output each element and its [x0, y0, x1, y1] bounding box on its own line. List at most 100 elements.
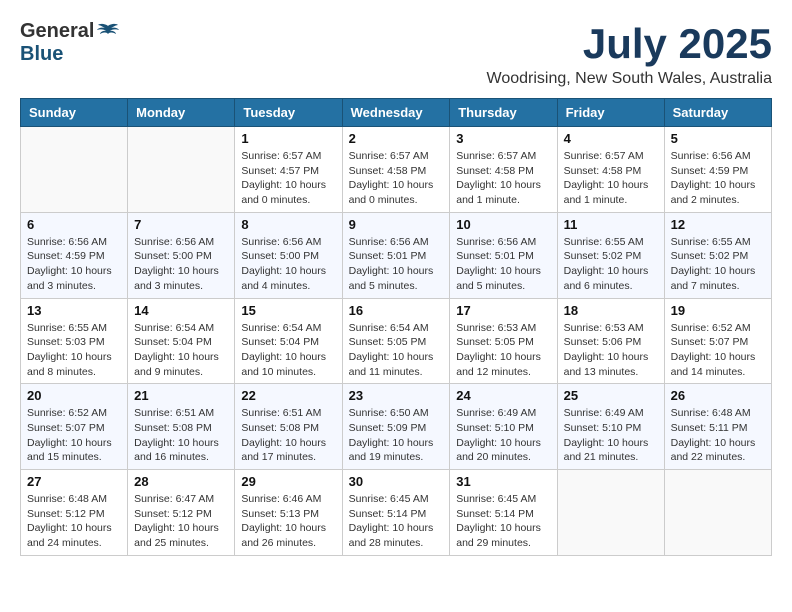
- calendar-week-5: 27 Sunrise: 6:48 AM Sunset: 5:12 PM Dayli…: [21, 470, 772, 556]
- day-number: 12: [671, 217, 765, 232]
- day-info: Sunrise: 6:53 AM Sunset: 5:05 PM Dayligh…: [456, 321, 550, 380]
- day-info: Sunrise: 6:49 AM Sunset: 5:10 PM Dayligh…: [456, 406, 550, 465]
- day-number: 1: [241, 131, 335, 146]
- day-number: 2: [349, 131, 444, 146]
- calendar-header-row: Sunday Monday Tuesday Wednesday Thursday…: [21, 99, 772, 127]
- table-row: 6Sunrise: 6:56 AM Sunset: 4:59 PM Daylig…: [21, 212, 128, 298]
- day-number: 13: [27, 303, 121, 318]
- table-row: 20 Sunrise: 6:52 AM Sunset: 5:07 PM Dayli…: [21, 384, 128, 470]
- day-info: Sunrise: 6:46 AM Sunset: 5:13 PM Dayligh…: [241, 492, 335, 551]
- table-row: 13 Sunrise: 6:55 AM Sunset: 5:03 PM Dayli…: [21, 298, 128, 384]
- day-info: Sunrise: 6:45 AM Sunset: 5:14 PM Dayligh…: [349, 492, 444, 551]
- day-number: 22: [241, 388, 335, 403]
- day-info: Sunrise: 6:54 AM Sunset: 5:04 PM Dayligh…: [241, 321, 335, 380]
- table-row: 29 Sunrise: 6:46 AM Sunset: 5:13 PM Dayli…: [235, 470, 342, 556]
- header-sunday: Sunday: [21, 99, 128, 127]
- day-info: Sunrise: 6:57 AM Sunset: 4:58 PM Dayligh…: [564, 149, 658, 208]
- day-info: Sunrise: 6:52 AM Sunset: 5:07 PM Dayligh…: [671, 321, 765, 380]
- table-row: 15 Sunrise: 6:54 AM Sunset: 5:04 PM Dayli…: [235, 298, 342, 384]
- day-number: 16: [349, 303, 444, 318]
- day-info: Sunrise: 6:45 AM Sunset: 5:14 PM Dayligh…: [456, 492, 550, 551]
- table-row: 2 Sunrise: 6:57 AM Sunset: 4:58 PM Daylig…: [342, 127, 450, 213]
- day-number: 4: [564, 131, 658, 146]
- header-friday: Friday: [557, 99, 664, 127]
- table-row: 11 Sunrise: 6:55 AM Sunset: 5:02 PM Dayli…: [557, 212, 664, 298]
- table-row: 16 Sunrise: 6:54 AM Sunset: 5:05 PM Dayli…: [342, 298, 450, 384]
- table-row: 21 Sunrise: 6:51 AM Sunset: 5:08 PM Dayli…: [128, 384, 235, 470]
- day-number: 10: [456, 217, 550, 232]
- day-number: 3: [456, 131, 550, 146]
- day-info: Sunrise: 6:51 AM Sunset: 5:08 PM Dayligh…: [241, 406, 335, 465]
- logo-blue-text: Blue: [20, 43, 63, 65]
- day-info: Sunrise: 6:57 AM Sunset: 4:58 PM Dayligh…: [349, 149, 444, 208]
- day-info: Sunrise: 6:47 AM Sunset: 5:12 PM Dayligh…: [134, 492, 228, 551]
- page-header: General Blue July 2025 Woodrising, New S…: [20, 20, 772, 88]
- table-row: 12 Sunrise: 6:55 AM Sunset: 5:02 PM Dayli…: [664, 212, 771, 298]
- day-number: 28: [134, 474, 228, 489]
- table-row: 22 Sunrise: 6:51 AM Sunset: 5:08 PM Dayli…: [235, 384, 342, 470]
- table-row: 30 Sunrise: 6:45 AM Sunset: 5:14 PM Dayli…: [342, 470, 450, 556]
- day-number: 30: [349, 474, 444, 489]
- logo-bird-icon: [96, 22, 120, 42]
- day-info: Sunrise: 6:56 AM Sunset: 5:00 PM Dayligh…: [241, 235, 335, 294]
- logo-general-text: General: [20, 20, 94, 43]
- table-row: 18Sunrise: 6:53 AM Sunset: 5:06 PM Dayli…: [557, 298, 664, 384]
- day-info: Sunrise: 6:48 AM Sunset: 5:12 PM Dayligh…: [27, 492, 121, 551]
- day-info: Sunrise: 6:56 AM Sunset: 4:59 PM Dayligh…: [27, 235, 121, 294]
- table-row: 3 Sunrise: 6:57 AM Sunset: 4:58 PM Daylig…: [450, 127, 557, 213]
- day-number: 14: [134, 303, 228, 318]
- day-number: 23: [349, 388, 444, 403]
- title-block: July 2025 Woodrising, New South Wales, A…: [487, 20, 772, 88]
- calendar-week-4: 20 Sunrise: 6:52 AM Sunset: 5:07 PM Dayli…: [21, 384, 772, 470]
- header-thursday: Thursday: [450, 99, 557, 127]
- header-tuesday: Tuesday: [235, 99, 342, 127]
- day-number: 9: [349, 217, 444, 232]
- day-number: 24: [456, 388, 550, 403]
- day-number: 21: [134, 388, 228, 403]
- day-number: 11: [564, 217, 658, 232]
- day-info: Sunrise: 6:51 AM Sunset: 5:08 PM Dayligh…: [134, 406, 228, 465]
- table-row: 26 Sunrise: 6:48 AM Sunset: 5:11 PM Dayli…: [664, 384, 771, 470]
- header-saturday: Saturday: [664, 99, 771, 127]
- logo: General Blue: [20, 20, 120, 66]
- day-info: Sunrise: 6:55 AM Sunset: 5:03 PM Dayligh…: [27, 321, 121, 380]
- day-info: Sunrise: 6:56 AM Sunset: 5:00 PM Dayligh…: [134, 235, 228, 294]
- table-row: 17Sunrise: 6:53 AM Sunset: 5:05 PM Dayli…: [450, 298, 557, 384]
- day-number: 27: [27, 474, 121, 489]
- day-info: Sunrise: 6:50 AM Sunset: 5:09 PM Dayligh…: [349, 406, 444, 465]
- table-row: 24 Sunrise: 6:49 AM Sunset: 5:10 PM Dayli…: [450, 384, 557, 470]
- day-info: Sunrise: 6:56 AM Sunset: 5:01 PM Dayligh…: [456, 235, 550, 294]
- table-row: 9 Sunrise: 6:56 AM Sunset: 5:01 PM Daylig…: [342, 212, 450, 298]
- day-number: 26: [671, 388, 765, 403]
- day-info: Sunrise: 6:57 AM Sunset: 4:58 PM Dayligh…: [456, 149, 550, 208]
- day-number: 5: [671, 131, 765, 146]
- day-number: 15: [241, 303, 335, 318]
- header-monday: Monday: [128, 99, 235, 127]
- table-row: 14 Sunrise: 6:54 AM Sunset: 5:04 PM Dayli…: [128, 298, 235, 384]
- table-row: 31 Sunrise: 6:45 AM Sunset: 5:14 PM Dayli…: [450, 470, 557, 556]
- day-info: Sunrise: 6:54 AM Sunset: 5:05 PM Dayligh…: [349, 321, 444, 380]
- day-info: Sunrise: 6:56 AM Sunset: 5:01 PM Dayligh…: [349, 235, 444, 294]
- calendar-week-2: 6Sunrise: 6:56 AM Sunset: 4:59 PM Daylig…: [21, 212, 772, 298]
- day-info: Sunrise: 6:57 AM Sunset: 4:57 PM Dayligh…: [241, 149, 335, 208]
- table-row: [664, 470, 771, 556]
- calendar-week-1: 1 Sunrise: 6:57 AM Sunset: 4:57 PM Daylig…: [21, 127, 772, 213]
- day-number: 20: [27, 388, 121, 403]
- table-row: 5Sunrise: 6:56 AM Sunset: 4:59 PM Daylig…: [664, 127, 771, 213]
- day-info: Sunrise: 6:49 AM Sunset: 5:10 PM Dayligh…: [564, 406, 658, 465]
- day-number: 31: [456, 474, 550, 489]
- calendar-table: Sunday Monday Tuesday Wednesday Thursday…: [20, 98, 772, 556]
- day-info: Sunrise: 6:53 AM Sunset: 5:06 PM Dayligh…: [564, 321, 658, 380]
- table-row: 8 Sunrise: 6:56 AM Sunset: 5:00 PM Daylig…: [235, 212, 342, 298]
- day-number: 8: [241, 217, 335, 232]
- day-info: Sunrise: 6:54 AM Sunset: 5:04 PM Dayligh…: [134, 321, 228, 380]
- day-info: Sunrise: 6:55 AM Sunset: 5:02 PM Dayligh…: [564, 235, 658, 294]
- title-month: July 2025: [487, 20, 772, 68]
- day-number: 29: [241, 474, 335, 489]
- day-number: 25: [564, 388, 658, 403]
- title-location: Woodrising, New South Wales, Australia: [487, 70, 772, 88]
- day-info: Sunrise: 6:52 AM Sunset: 5:07 PM Dayligh…: [27, 406, 121, 465]
- day-info: Sunrise: 6:55 AM Sunset: 5:02 PM Dayligh…: [671, 235, 765, 294]
- day-info: Sunrise: 6:48 AM Sunset: 5:11 PM Dayligh…: [671, 406, 765, 465]
- table-row: [128, 127, 235, 213]
